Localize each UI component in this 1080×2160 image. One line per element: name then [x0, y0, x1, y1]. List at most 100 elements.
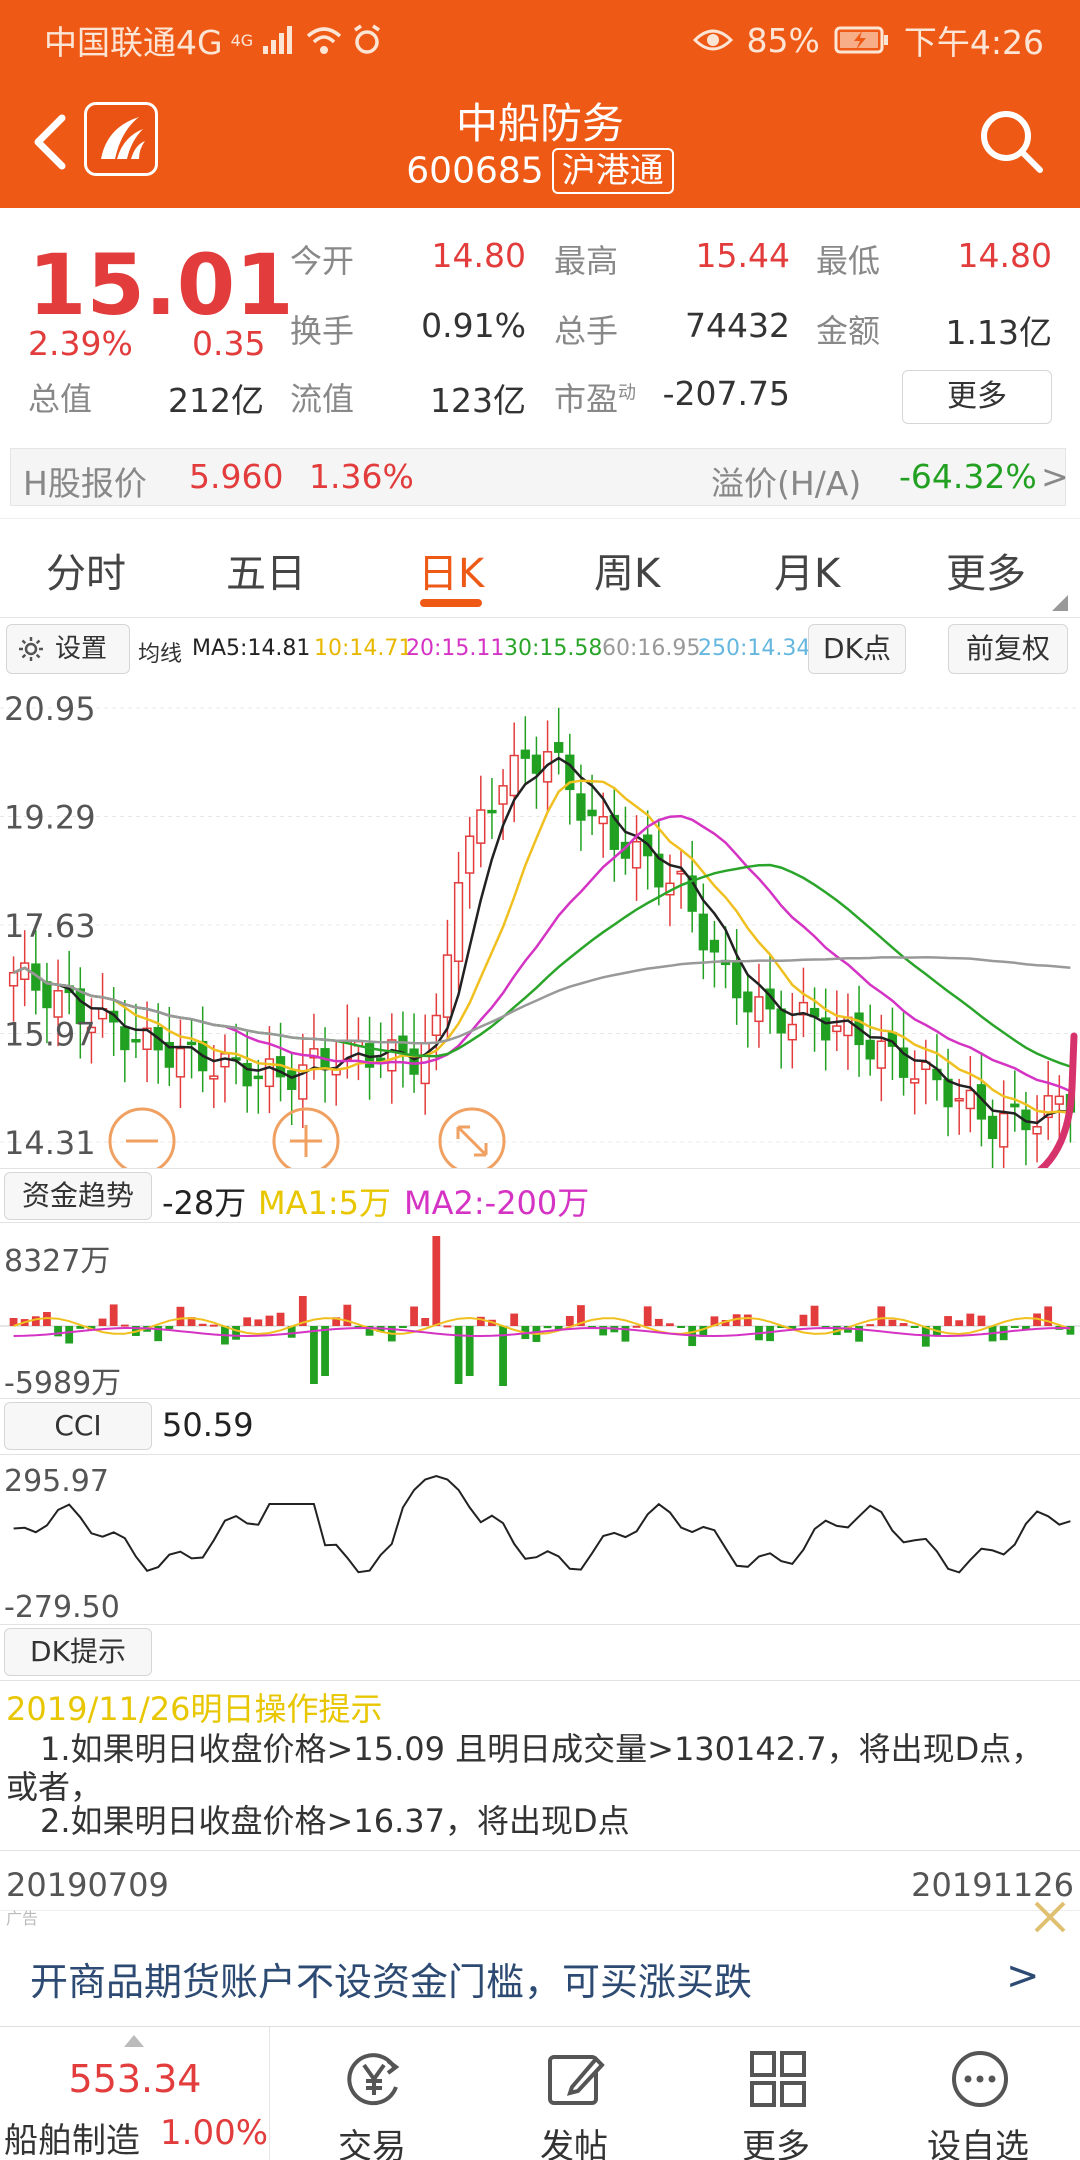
candle	[465, 816, 475, 909]
tab-more[interactable]: 更多	[946, 541, 1026, 599]
candle	[798, 967, 809, 1038]
flow-bar	[31, 1316, 40, 1326]
kline-ma-lines	[13, 756, 1071, 1125]
sector-index[interactable]: 553.34 船舶制造 1.00%	[0, 2027, 270, 2160]
candle	[954, 1078, 964, 1135]
flow-bar	[321, 1326, 329, 1376]
candle	[487, 777, 497, 839]
tab-five-day[interactable]: 五日	[226, 541, 306, 599]
market-cap-label: 总值	[28, 380, 93, 418]
h-share-row[interactable]: H股报价 5.960 1.36% 溢价(H/A) -64.32% >	[10, 448, 1069, 506]
dk-tips-button[interactable]: DK提示	[4, 1628, 152, 1676]
candle	[787, 993, 797, 1069]
candle	[109, 987, 119, 1056]
ma-line	[13, 863, 1071, 1068]
candle	[142, 1001, 152, 1083]
yen-exchange-icon	[347, 2053, 400, 2106]
zoom-in-button[interactable]	[272, 1107, 340, 1168]
alarm-icon	[354, 24, 381, 54]
settings-button[interactable]: 设置	[6, 624, 130, 674]
flow-bar	[310, 1326, 318, 1384]
status-bar: 中国联通4G 4G 85% 下午4:26	[0, 0, 1080, 72]
ad-text: 开商品期货账户不设资金门槛，可买涨买跌	[30, 1960, 753, 2004]
candle	[476, 775, 486, 868]
divider	[0, 1850, 1080, 1851]
flow-bar	[120, 1324, 129, 1327]
cci-button[interactable]: CCI	[4, 1402, 152, 1450]
flow-bar	[276, 1312, 285, 1326]
nav-post[interactable]: 发帖	[474, 2027, 674, 2160]
fullscreen-button[interactable]	[438, 1107, 506, 1168]
flow-bar	[209, 1324, 218, 1327]
capital-ma2: MA2:-200万	[404, 1184, 590, 1222]
tab-monthly-k[interactable]: 月K	[774, 541, 840, 599]
flow-bar	[910, 1326, 919, 1328]
connect-tag[interactable]: 沪港通	[551, 148, 674, 194]
nav-add-watchlist-label: 设自选	[927, 2127, 1029, 2160]
flow-bar	[677, 1326, 685, 1328]
nav-more[interactable]: 更多	[676, 2027, 876, 2160]
zoom-out-button[interactable]	[108, 1107, 176, 1168]
flow-bar	[643, 1306, 652, 1326]
candle	[609, 788, 619, 882]
flow-bar	[432, 1236, 441, 1326]
clock-time: 下午4:26	[903, 23, 1044, 62]
h-share-label: H股报价	[23, 464, 147, 503]
more-dots-icon	[952, 2051, 1008, 2107]
volume-label: 总手	[554, 312, 619, 350]
premium-arrow: >	[1041, 457, 1069, 496]
ma-line	[13, 955, 1071, 1045]
kline-chart[interactable]: 20.95 19.29 17.63 15.97 14.31	[0, 678, 1080, 1168]
amount-label: 金额	[816, 312, 881, 350]
flow-bar	[165, 1326, 174, 1329]
nav-trade[interactable]: 交易	[272, 2027, 472, 2160]
tab-weekly-k[interactable]: 周K	[594, 541, 660, 599]
candle	[153, 1003, 163, 1084]
flow-bar	[1010, 1326, 1019, 1328]
grid-icon	[750, 2051, 806, 2107]
ma10-value: 10:14.71	[314, 636, 413, 661]
candle	[331, 1039, 341, 1106]
battery-charging-icon	[834, 26, 888, 54]
capital-ma1: MA1:5万	[258, 1184, 392, 1222]
amount-value: 1.13亿	[945, 313, 1052, 352]
tab-intraday[interactable]: 分时	[46, 541, 126, 599]
h-share-percent: 1.36%	[309, 457, 414, 496]
divider	[0, 1168, 1080, 1169]
flow-bar	[977, 1315, 986, 1326]
close-icon[interactable]	[1030, 1897, 1070, 1937]
bottom-nav: 553.34 船舶制造 1.00% 交易 发帖 更多 设自选	[0, 2026, 1080, 2160]
flow-bar	[743, 1314, 752, 1326]
candle	[631, 815, 642, 901]
flow-bar	[243, 1317, 252, 1326]
flow-bar	[465, 1326, 474, 1376]
candle	[64, 950, 74, 1015]
kline-y-label: 19.29	[4, 799, 96, 837]
divider	[0, 1624, 1080, 1625]
flow-bar	[955, 1320, 964, 1326]
candle	[709, 920, 720, 988]
ad-banner[interactable]: 广告 开商品期货账户不设资金门槛，可买涨买跌 >	[0, 1901, 1080, 2026]
ad-arrow: >	[1006, 1953, 1040, 1999]
candle	[220, 1034, 230, 1103]
adjust-button[interactable]: 前复权	[948, 624, 1068, 674]
battery-percent: 85%	[746, 20, 820, 60]
tab-daily-k[interactable]: 日K	[418, 541, 484, 599]
flow-bar	[877, 1306, 886, 1326]
search-icon	[981, 111, 1043, 173]
high-label: 最高	[554, 242, 619, 280]
eye-icon	[692, 29, 733, 51]
capital-trend-button[interactable]: 资金趋势	[4, 1172, 152, 1220]
stock-code-line: 600685 沪港通	[0, 148, 1080, 194]
flow-bar	[109, 1304, 118, 1326]
dk-point-button[interactable]: DK点	[808, 624, 906, 674]
more-quote-button[interactable]: 更多	[902, 370, 1052, 424]
last-price: 15.01	[28, 236, 294, 334]
nav-add-watchlist[interactable]: 设自选	[878, 2027, 1078, 2160]
flow-bar	[399, 1326, 407, 1328]
search-button[interactable]	[976, 106, 1046, 176]
candle	[1043, 1060, 1053, 1140]
date-start: 20190709	[6, 1866, 169, 1904]
kline-y-label: 20.95	[4, 690, 96, 728]
flow-bar	[666, 1323, 674, 1326]
